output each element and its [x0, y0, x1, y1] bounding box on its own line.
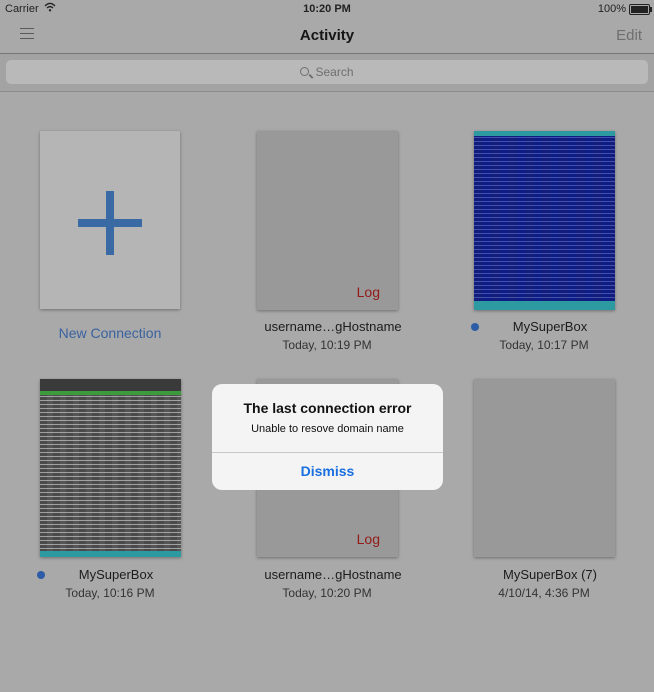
connection-name: MySuperBox [78, 567, 154, 582]
connection-time: Today, 10:17 PM [499, 338, 589, 352]
connection-time: 4/10/14, 4:36 PM [498, 586, 590, 600]
connection-time: Today, 10:16 PM [65, 586, 155, 600]
connection-tile[interactable] [474, 379, 615, 557]
log-badge: Log [356, 531, 380, 547]
alert-title: The last connection error [243, 400, 412, 416]
connection-name: username…gHostname [264, 567, 402, 582]
connection-name: MySuperBox [512, 319, 588, 334]
connection-time: Today, 10:20 PM [282, 586, 372, 600]
status-bar: Carrier 10:20 PM 100% [0, 0, 654, 18]
terminal-thumbnail[interactable] [40, 379, 181, 557]
new-connection-label[interactable]: New Connection [10, 325, 210, 341]
battery-icon [629, 4, 652, 15]
search-placeholder: Search [315, 65, 354, 79]
clock: 10:20 PM [303, 3, 351, 15]
connection-name: username…gHostname [264, 319, 402, 334]
nav-bar: Activity Edit [0, 18, 654, 53]
connection-name: MySuperBox (7) [503, 567, 597, 582]
alert-message: Unable to resove domain name [251, 423, 404, 435]
edit-button[interactable]: Edit [616, 27, 642, 44]
connection-time: Today, 10:19 PM [282, 338, 372, 352]
search-area: Search [0, 54, 654, 92]
connection-tile[interactable]: Log [257, 131, 398, 310]
battery-percent: 100% [597, 3, 626, 15]
log-badge: Log [356, 284, 380, 300]
search-input[interactable]: Search [6, 60, 648, 84]
search-icon [300, 67, 310, 76]
error-alert-dialog: The last connection error Unable to reso… [212, 384, 443, 490]
page-title: Activity [299, 27, 355, 44]
dismiss-button[interactable]: Dismiss [212, 453, 443, 490]
new-connection-tile[interactable] [40, 131, 180, 309]
terminal-thumbnail[interactable] [474, 131, 615, 310]
